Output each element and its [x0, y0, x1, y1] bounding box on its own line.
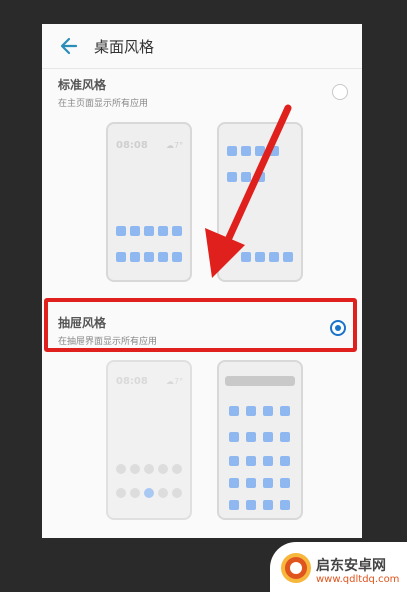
app-icon	[144, 252, 154, 262]
drawer-style-highlight-box	[44, 298, 357, 352]
app-icon	[144, 226, 154, 236]
app-icon	[280, 406, 290, 416]
app-icon	[255, 172, 265, 182]
app-icon	[269, 252, 279, 262]
drawer-icon	[144, 488, 154, 498]
header-divider	[42, 68, 362, 69]
app-icon	[283, 252, 293, 262]
app-icon	[172, 226, 182, 236]
app-icon	[246, 432, 256, 442]
preview-phone-home: 08:08 ☁7°	[106, 122, 192, 282]
app-icon	[229, 432, 239, 442]
app-icon	[158, 226, 168, 236]
app-icon	[116, 252, 126, 262]
app-icon	[280, 500, 290, 510]
app-icon	[280, 432, 290, 442]
app-icon	[229, 478, 239, 488]
app-icon	[130, 488, 140, 498]
preview-phone-drawer-home: 08:08 ☁7°	[106, 360, 192, 520]
preview-clock: 08:08	[116, 140, 148, 151]
app-icon	[229, 500, 239, 510]
app-icon	[246, 500, 256, 510]
app-icon	[263, 432, 273, 442]
app-icon	[246, 478, 256, 488]
app-icon	[130, 252, 140, 262]
app-icon	[172, 252, 182, 262]
preview-clock: 08:08	[116, 376, 148, 387]
radio-standard-style[interactable]	[332, 84, 348, 100]
site-watermark: 启东安卓网 www.qdltdq.com	[270, 542, 407, 592]
app-icon	[229, 456, 239, 466]
watermark-url: www.qdltdq.com	[316, 574, 400, 585]
app-icon	[255, 252, 265, 262]
app-icon	[158, 488, 168, 498]
app-icon	[246, 406, 256, 416]
page-title: 桌面风格	[94, 38, 155, 56]
app-icon	[263, 406, 273, 416]
settings-screen: 桌面风格 标准风格 在主页面显示所有应用 08:08 ☁7° 抽屉风格 在抽屉界…	[42, 24, 362, 538]
top-dark-band	[0, 0, 407, 24]
app-icon	[158, 252, 168, 262]
app-icon	[241, 252, 251, 262]
app-icon	[263, 456, 273, 466]
preview-phone-apps	[217, 122, 303, 282]
app-icon	[172, 464, 182, 474]
app-icon	[116, 464, 126, 474]
preview-weather: ☁7°	[166, 377, 184, 386]
app-icon	[269, 146, 279, 156]
watermark-logo-icon	[281, 553, 311, 583]
app-icon	[280, 456, 290, 466]
preview-weather: ☁7°	[166, 141, 184, 150]
drawer-search-bar	[225, 376, 295, 386]
app-icon	[116, 488, 126, 498]
app-icon	[241, 146, 251, 156]
app-icon	[246, 456, 256, 466]
app-icon	[280, 478, 290, 488]
app-icon	[263, 500, 273, 510]
header: 桌面风格	[42, 24, 362, 68]
app-icon	[229, 406, 239, 416]
app-icon	[255, 146, 265, 156]
app-icon	[172, 488, 182, 498]
app-icon	[241, 172, 251, 182]
option-title: 标准风格	[58, 78, 107, 92]
app-icon	[144, 464, 154, 474]
app-icon	[227, 146, 237, 156]
app-icon	[158, 464, 168, 474]
back-arrow-icon[interactable]	[58, 35, 80, 57]
app-icon	[130, 226, 140, 236]
app-icon	[130, 464, 140, 474]
watermark-name: 启东安卓网	[316, 558, 386, 574]
app-icon	[263, 478, 273, 488]
app-icon	[116, 226, 126, 236]
app-icon	[227, 172, 237, 182]
option-subtitle: 在主页面显示所有应用	[58, 99, 149, 109]
preview-phone-drawer-apps	[217, 360, 303, 520]
